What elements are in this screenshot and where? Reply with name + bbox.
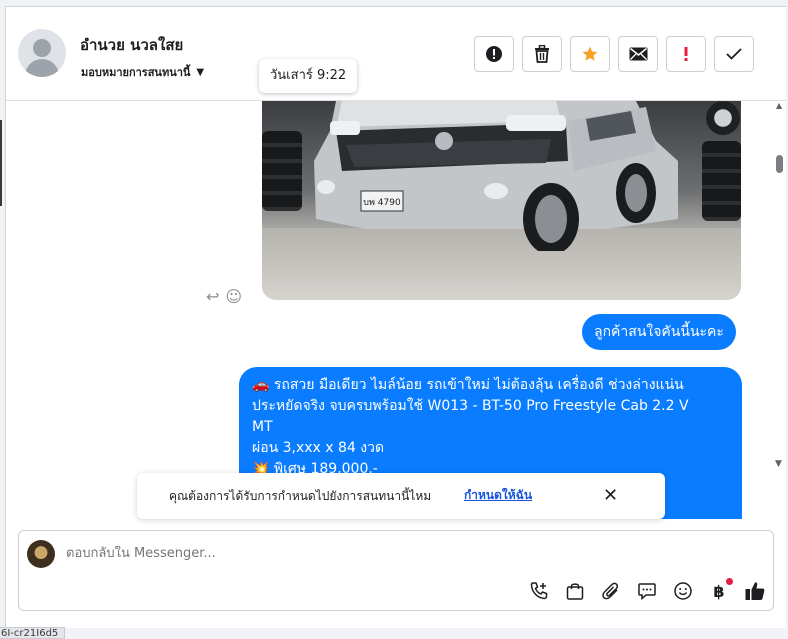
composer-toolbar: ฿	[527, 578, 767, 603]
delete-button[interactable]	[522, 36, 562, 72]
scroll-down-icon[interactable]: ▼	[775, 459, 782, 469]
pickup-truck-image: บพ 4790	[314, 101, 678, 251]
page-avatar	[27, 540, 55, 568]
close-icon[interactable]: ✕	[603, 485, 618, 506]
timestamp-tooltip: วันเสาร์ 9:22	[259, 59, 358, 93]
message-line: ประหยัดจริง จบครบพร้อมใช้ W013 - BT-50 P…	[252, 398, 689, 414]
contact-avatar[interactable]	[18, 29, 66, 77]
check-icon	[726, 48, 742, 60]
star-icon	[582, 46, 598, 61]
reply-composer: ฿	[18, 530, 774, 611]
assign-label: มอบหมายการสนทนานี้	[81, 66, 191, 79]
status-strip	[0, 628, 788, 637]
star-button[interactable]	[570, 36, 610, 72]
message-reactions: ↩ ☺	[206, 287, 242, 306]
conversation-actions	[474, 36, 754, 72]
conversation-header: อำนวย นวลใสย มอบหมายการสนทนานี้ ▼ วันเสา…	[6, 7, 786, 101]
baht-icon[interactable]: ฿	[707, 578, 733, 603]
shopping-bag-icon[interactable]	[563, 579, 587, 603]
saved-reply-icon[interactable]	[635, 579, 659, 603]
thumbs-up-icon[interactable]	[743, 579, 767, 603]
spam-button[interactable]	[474, 36, 514, 72]
assign-to-me-link[interactable]: กำหนดให้ฉัน	[464, 486, 532, 505]
message-line: ผ่อน 3,xxx x 84 งวด	[252, 440, 385, 456]
license-plate-text: บพ 4790	[363, 198, 401, 208]
thread-scrollbar[interactable]: ▲ ▼	[772, 101, 786, 473]
assign-prompt-banner: คุณต้องการได้รับการกำหนดไปยังการสนทนานี้…	[137, 473, 665, 519]
paperclip-icon[interactable]	[599, 579, 623, 603]
mark-unread-button[interactable]	[618, 36, 658, 72]
conversation-panel: อำนวย นวลใสย มอบหมายการสนทนานี้ ▼ วันเสา…	[5, 6, 786, 628]
exclamation-icon	[684, 47, 688, 61]
scroll-thumb[interactable]	[776, 155, 783, 173]
stacked-tires-right	[702, 141, 741, 221]
envelope-icon	[629, 47, 647, 61]
emoji-icon[interactable]	[671, 579, 695, 603]
stacked-tires-left	[262, 131, 302, 211]
follow-up-button[interactable]	[666, 36, 706, 72]
banner-text: คุณต้องการได้รับการกำหนดไปยังการสนทนานี้…	[169, 489, 432, 503]
caret-down-icon: ▼	[196, 66, 205, 78]
avatar-head-shape	[33, 39, 51, 57]
spare-wheel	[706, 101, 740, 135]
contact-name[interactable]: อำนวย นวลใสย	[80, 33, 183, 57]
trash-icon	[535, 45, 549, 63]
phone-add-icon[interactable]	[527, 579, 551, 603]
reply-icon[interactable]: ↩	[206, 287, 219, 306]
message-line: MT	[252, 419, 273, 435]
notification-dot	[726, 578, 733, 585]
status-url: 6I-cr21I6d5	[0, 627, 66, 639]
avatar-body-shape	[25, 59, 59, 77]
message-line: 🚗 รถสวย มือเดียว ไมล์น้อย รถเข้าใหม่ ไม่…	[252, 377, 684, 393]
scroll-up-icon[interactable]: ▲	[776, 101, 782, 110]
message-thread[interactable]: บพ 4790 ↩ ☺ ลูกค้าสนใจคันนี้นะคะ 🚗 รถสวย…	[6, 101, 786, 519]
assign-dropdown[interactable]: มอบหมายการสนทนานี้ ▼	[81, 63, 204, 81]
window-edge-line	[0, 120, 2, 206]
mark-done-button[interactable]	[714, 36, 754, 72]
exclamation-circle-icon	[486, 46, 502, 62]
car-photo-attachment[interactable]: บพ 4790	[262, 101, 741, 300]
message-bubble[interactable]: ลูกค้าสนใจคันนี้นะคะ	[582, 314, 736, 350]
emoji-react-icon[interactable]: ☺	[225, 287, 242, 306]
reply-input[interactable]	[66, 546, 666, 561]
